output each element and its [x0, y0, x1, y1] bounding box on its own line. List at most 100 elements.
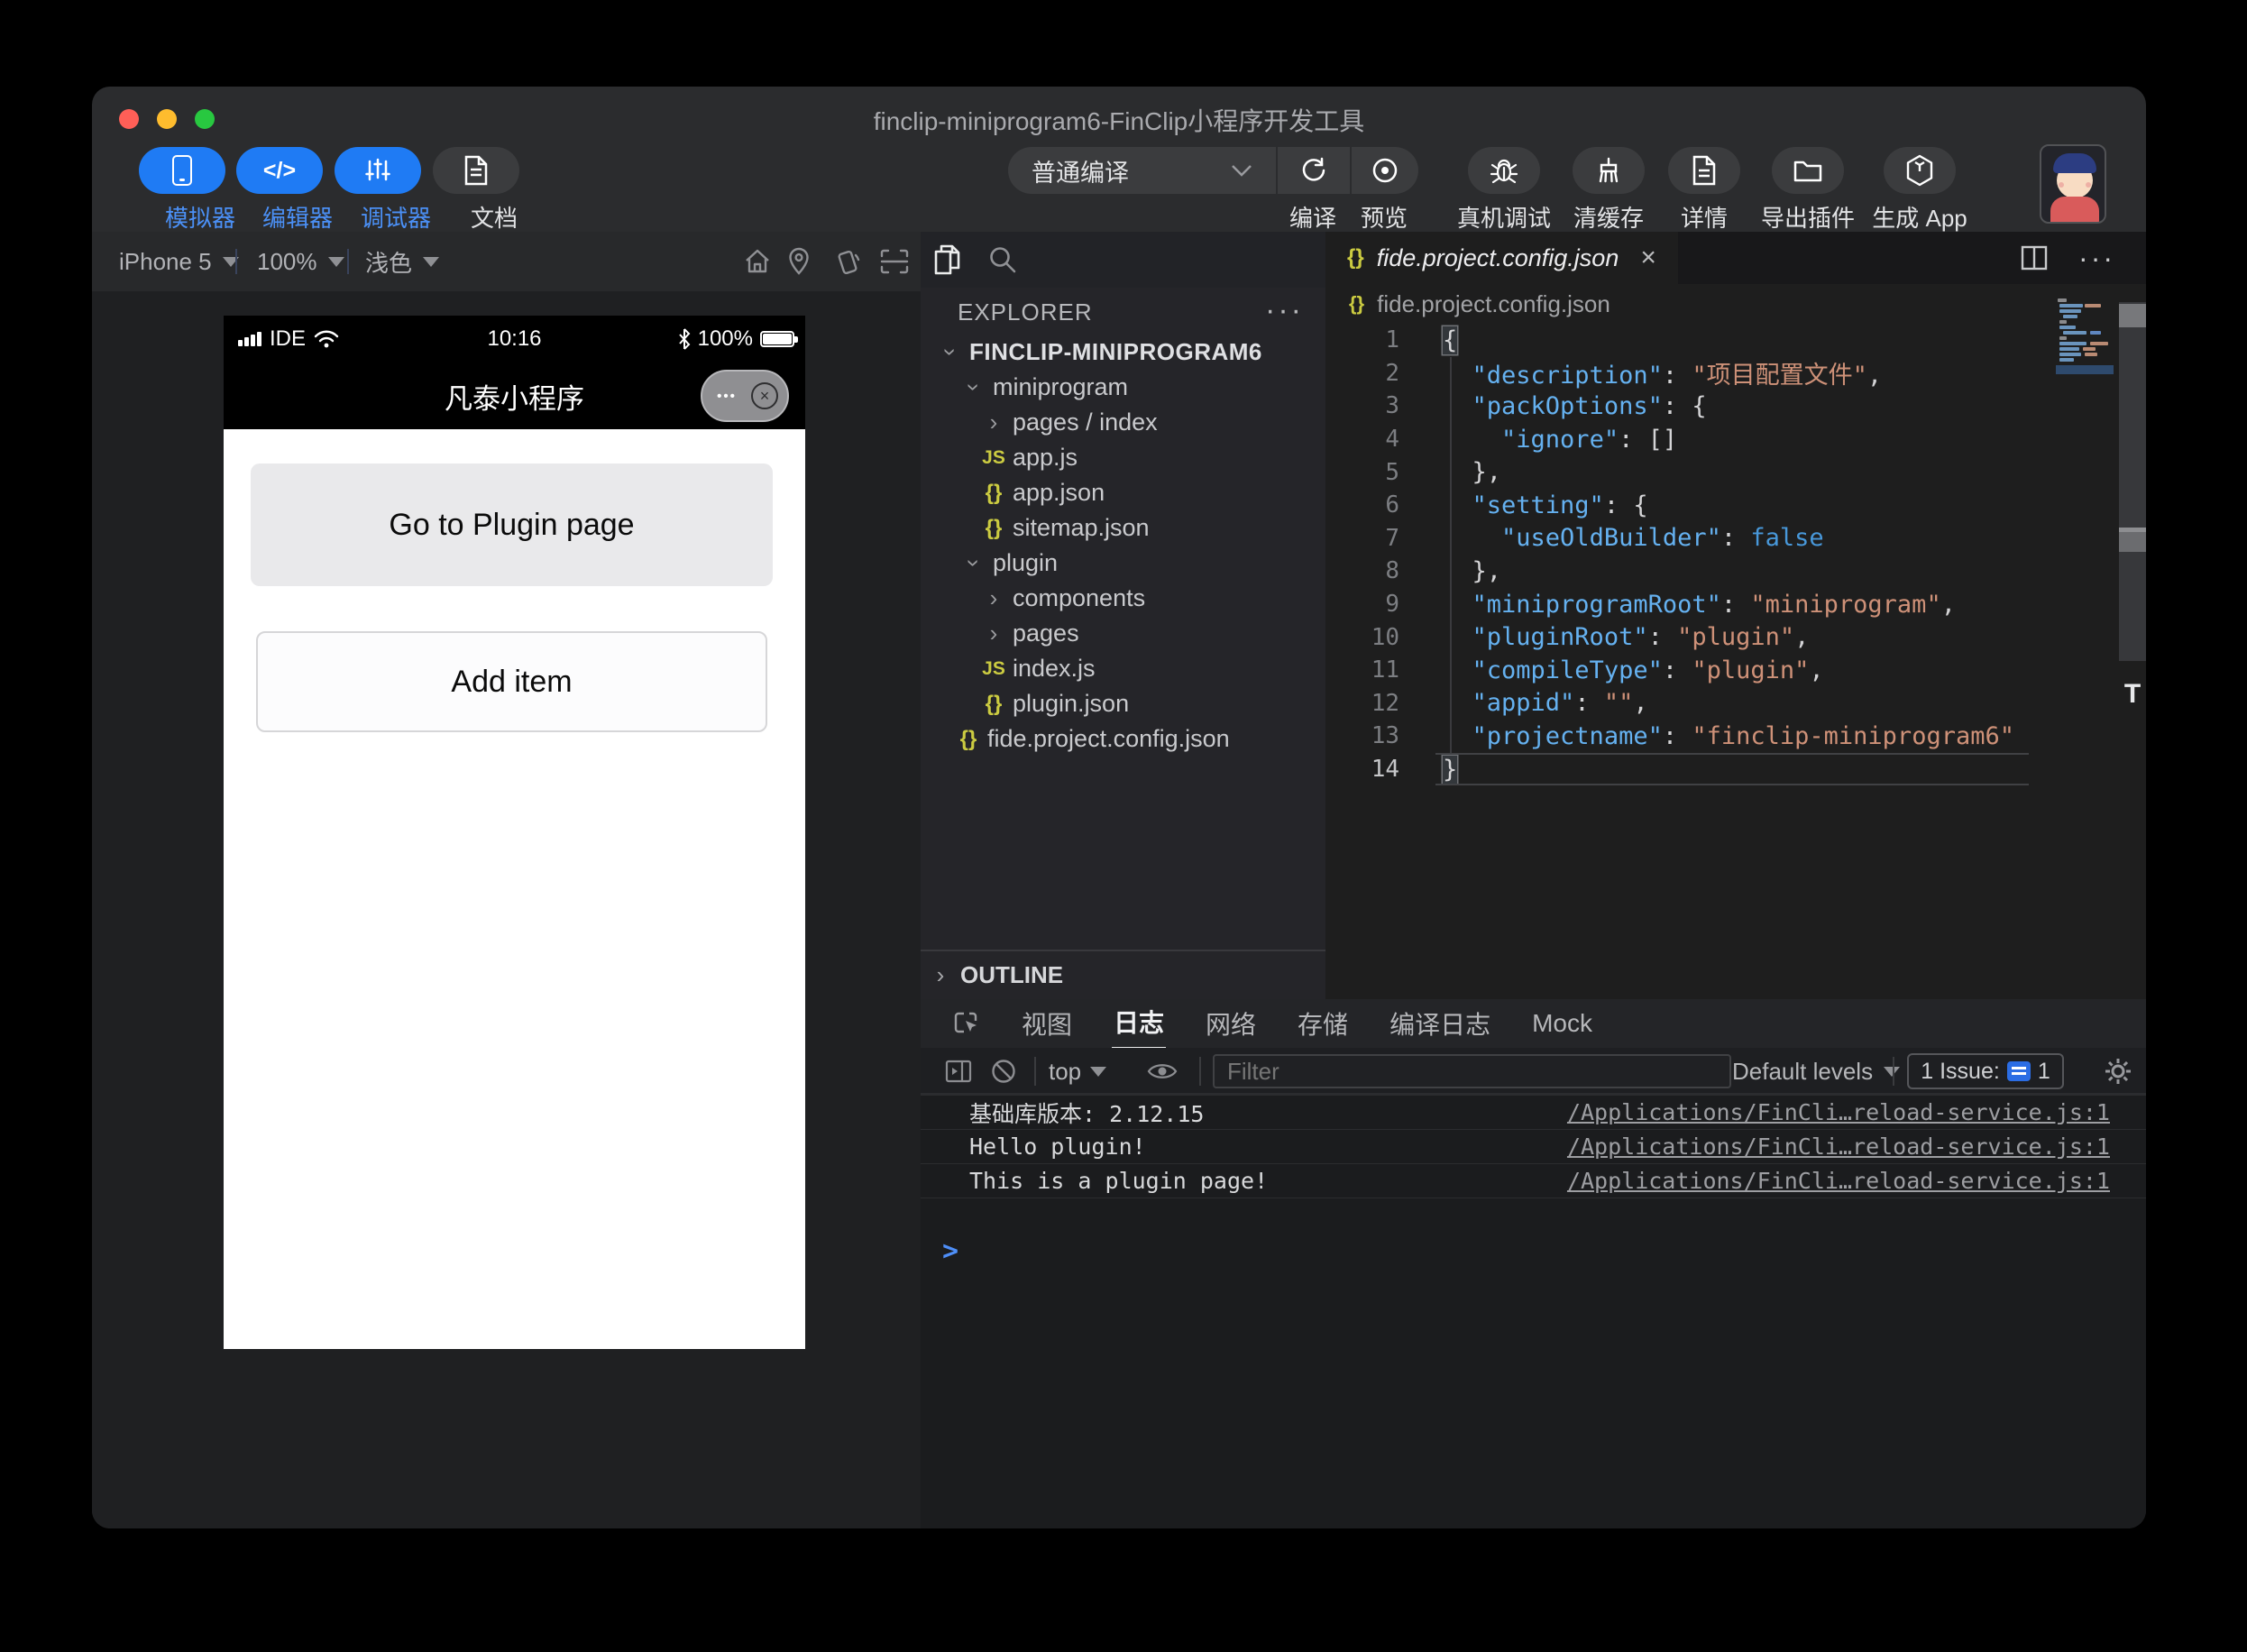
tree-item[interactable]: JS index.js	[921, 651, 1325, 686]
tree-item[interactable]: {} sitemap.json	[921, 510, 1325, 546]
issues-badge[interactable]: 1 Issue: 1	[1907, 1053, 2064, 1089]
cube-icon	[1906, 154, 1933, 187]
export-plugin-button[interactable]	[1772, 147, 1844, 194]
bluetooth-icon	[678, 328, 690, 350]
inspect-icon[interactable]	[951, 1008, 982, 1039]
tree-item[interactable]: › components	[921, 581, 1325, 616]
compile-button[interactable]	[1276, 147, 1350, 194]
search-icon[interactable]	[987, 244, 1018, 275]
json-file-icon: {}	[1347, 245, 1364, 270]
console-tab[interactable]: Mock	[1530, 1002, 1594, 1045]
explorer-header	[921, 232, 1325, 288]
line-number: 12	[1371, 689, 1399, 717]
tree-item[interactable]: › FINCLIP-MINIPROGRAM6	[921, 335, 1325, 370]
log-levels-select[interactable]: Default levels	[1732, 1048, 1901, 1095]
log-source-link[interactable]: /Applications/FinCli…reload-service.js:1	[1567, 1099, 2110, 1125]
file-icon: {}	[985, 480, 1003, 505]
outline-section[interactable]: › OUTLINE	[921, 950, 1325, 999]
code-line: 2 "description": "项目配置文件",	[1325, 357, 2146, 390]
tree-item-label: index.js	[1013, 655, 1096, 682]
log-source-link[interactable]: /Applications/FinCli…reload-service.js:1	[1567, 1168, 2110, 1194]
console-tab[interactable]: 视图	[1020, 998, 1074, 1049]
device-select[interactable]: iPhone 5	[119, 232, 239, 291]
generate-app-button[interactable]	[1884, 147, 1956, 194]
context-value: top	[1049, 1057, 1082, 1085]
show-console-sidebar-icon[interactable]	[942, 1055, 975, 1088]
tree-item[interactable]: › plugin	[921, 546, 1325, 581]
eye-icon[interactable]	[1146, 1055, 1179, 1088]
log-message: This is a plugin page!	[969, 1168, 1269, 1194]
breadcrumb[interactable]: {} fide.project.config.json	[1325, 284, 2146, 324]
tree-item[interactable]: › miniprogram	[921, 370, 1325, 405]
details-button[interactable]	[1668, 147, 1740, 194]
json-file-icon: {}	[1349, 292, 1365, 315]
clear-console-icon[interactable]	[987, 1055, 1020, 1088]
details-doc-icon	[1692, 155, 1716, 186]
line-number: 7	[1385, 524, 1399, 552]
tree-item-label: sitemap.json	[1013, 514, 1150, 541]
theme-select[interactable]: 浅色	[365, 232, 440, 291]
docs-button[interactable]	[433, 147, 519, 194]
context-select[interactable]: top	[1049, 1048, 1107, 1095]
minimap[interactable]	[2056, 298, 2114, 376]
split-editor-icon[interactable]	[2021, 245, 2048, 271]
line-number: 8	[1385, 557, 1399, 585]
close-tab-icon[interactable]: ×	[1640, 243, 1656, 273]
issue-message-icon	[2006, 1061, 2031, 1081]
rotate-device-icon[interactable]	[831, 245, 864, 278]
tree-item[interactable]: {} fide.project.config.json	[921, 721, 1325, 757]
tree-item[interactable]: › pages / index	[921, 405, 1325, 440]
line-number: 2	[1385, 359, 1399, 387]
compile-mode-select[interactable]: 普通编译	[1008, 147, 1276, 194]
log-source-link[interactable]: /Applications/FinCli…reload-service.js:1	[1567, 1133, 2110, 1160]
tree-item[interactable]: {} plugin.json	[921, 686, 1325, 721]
clear-cache-button[interactable]	[1573, 147, 1645, 194]
console-tab[interactable]: 网络	[1204, 998, 1258, 1049]
scan-icon[interactable]	[878, 245, 911, 278]
console-tab[interactable]: 日志	[1112, 996, 1167, 1051]
console-tab[interactable]: 编译日志	[1388, 998, 1492, 1049]
goto-plugin-page-button[interactable]: Go to Plugin page	[251, 463, 773, 586]
console-settings-gear-icon[interactable]	[2102, 1055, 2134, 1088]
log-row: 基础库版本: 2.12.15 /Applications/FinCli…relo…	[921, 1096, 2146, 1130]
file-icon: ›	[937, 348, 965, 356]
more-menu-button[interactable]: •••	[702, 389, 751, 404]
zoom-select[interactable]: 100%	[257, 232, 344, 291]
filter-input[interactable]	[1213, 1054, 1731, 1088]
device-debug-button[interactable]	[1468, 147, 1540, 194]
console-prompt[interactable]: >	[942, 1235, 958, 1267]
caret-down-icon	[1090, 1066, 1107, 1077]
folder-icon	[1793, 161, 1822, 182]
tree-item-label: pages / index	[1013, 408, 1158, 436]
add-item-button[interactable]: Add item	[256, 631, 767, 732]
home-icon[interactable]	[741, 245, 774, 278]
scrollbar-thumb-secondary[interactable]	[2119, 532, 2146, 552]
debugger-button[interactable]	[335, 147, 421, 194]
titlebar: finclip-miniprogram6-FinClip小程序开发工具	[92, 87, 2146, 144]
scrollbar-thumb[interactable]	[2119, 304, 2146, 327]
editor-scrollbar[interactable]	[2119, 302, 2146, 661]
line-number: 11	[1371, 656, 1399, 684]
simulator-button[interactable]	[139, 147, 225, 194]
avatar[interactable]	[2040, 144, 2106, 224]
editor-more-button[interactable]: ···	[2078, 242, 2115, 275]
editor-button[interactable]: </>	[236, 147, 323, 194]
editor-tab[interactable]: {} fide.project.config.json ×	[1325, 232, 1678, 284]
phone-preview: IDE 10:16 100% 凡泰小程序 ••• × Go to Plugin …	[224, 316, 805, 1349]
tree-item[interactable]: › pages	[921, 616, 1325, 651]
copy-files-icon[interactable]	[933, 243, 964, 277]
console-tab[interactable]: 存储	[1296, 998, 1350, 1049]
tree-item-label: FINCLIP-MINIPROGRAM6	[969, 338, 1262, 365]
explorer-more-button[interactable]: ···	[1265, 293, 1304, 328]
editor-tabbar: {} fide.project.config.json × ···	[1325, 232, 2146, 284]
location-icon[interactable]	[783, 245, 815, 278]
preview-button[interactable]	[1350, 147, 1418, 194]
file-icon: ›	[989, 584, 998, 611]
prompt-chevron: >	[942, 1235, 959, 1267]
tree-item[interactable]: {} app.json	[921, 475, 1325, 510]
code-line: 14 }	[1325, 752, 2146, 786]
code-line: 7 "useOldBuilder": false	[1325, 522, 2146, 555]
issue-label: 1 Issue:	[1921, 1058, 2000, 1084]
tree-item[interactable]: JS app.js	[921, 440, 1325, 475]
close-miniprogram-button[interactable]: ×	[751, 382, 778, 409]
